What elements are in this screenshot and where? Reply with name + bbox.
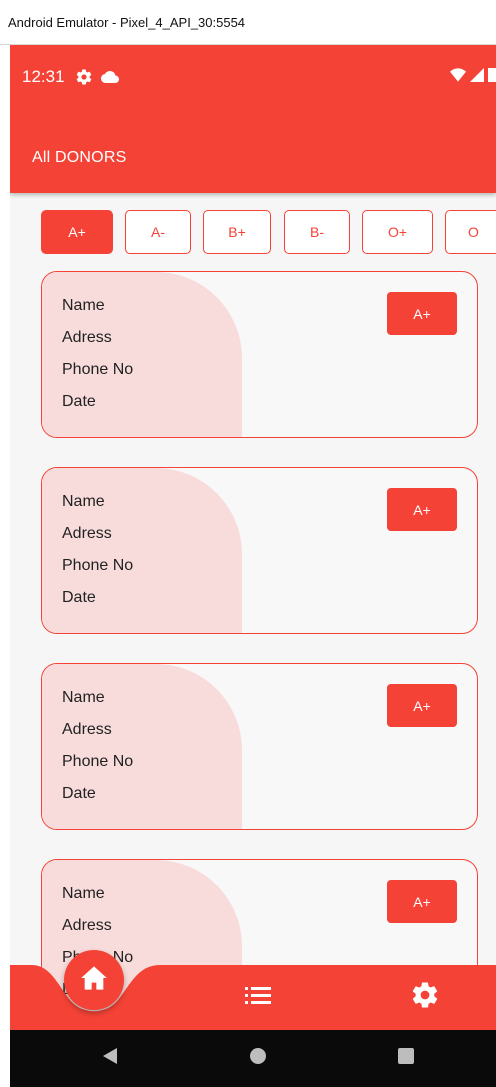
donor-phone: Phone No bbox=[62, 361, 134, 378]
donor-details: Name Adress Phone No Date bbox=[62, 682, 133, 810]
app-bar: 12:31 All DONORS bbox=[10, 45, 496, 193]
cloud-status-icon bbox=[100, 70, 119, 84]
settings-status-icon bbox=[75, 68, 93, 86]
phone-screen: 12:31 All DONORS A+ A- B+ B- O+ O Name A… bbox=[10, 45, 496, 1087]
blood-group-badge[interactable]: A+ bbox=[387, 488, 457, 531]
recents-icon bbox=[398, 1048, 414, 1069]
donor-phone: Phone No bbox=[62, 557, 134, 574]
donor-name: Name bbox=[62, 689, 105, 706]
donor-address: Adress bbox=[62, 329, 112, 346]
nav-list-button[interactable] bbox=[238, 982, 278, 1012]
status-time: 12:31 bbox=[22, 67, 65, 86]
donor-name: Name bbox=[62, 885, 105, 902]
donor-address: Adress bbox=[62, 525, 112, 542]
donor-card[interactable]: Name Adress Phone No Date A+ bbox=[41, 663, 478, 830]
donor-address: Adress bbox=[62, 917, 112, 934]
status-bar: 12:31 bbox=[10, 45, 496, 109]
back-icon bbox=[103, 1048, 117, 1069]
page-title: All DONORS bbox=[32, 149, 127, 166]
donor-address: Adress bbox=[62, 721, 112, 738]
donor-name: Name bbox=[62, 297, 105, 314]
donor-date: Date bbox=[62, 393, 96, 410]
system-home-button[interactable] bbox=[238, 1030, 278, 1087]
donor-date: Date bbox=[62, 785, 96, 802]
filter-chip-a-plus[interactable]: A+ bbox=[41, 210, 113, 254]
emulator-window-title: Android Emulator - Pixel_4_API_30:5554 bbox=[0, 0, 496, 45]
nav-settings-button[interactable] bbox=[405, 980, 445, 1014]
donor-card[interactable]: Name Adress Phone No Date A+ bbox=[41, 467, 478, 634]
filter-chip-b-minus[interactable]: B- bbox=[284, 210, 350, 254]
donor-phone: Phone No bbox=[62, 753, 134, 770]
battery-icon bbox=[488, 67, 496, 87]
donor-name: Name bbox=[62, 493, 105, 510]
blood-group-filter-bar: A+ A- B+ B- O+ O bbox=[41, 210, 496, 256]
donor-date: Date bbox=[62, 589, 96, 606]
filter-chip-a-minus[interactable]: A- bbox=[125, 210, 191, 254]
filter-chip-o[interactable]: O bbox=[445, 210, 496, 254]
gear-icon bbox=[410, 980, 440, 1015]
donor-details: Name Adress Phone No Date bbox=[62, 486, 133, 614]
list-icon bbox=[245, 985, 271, 1010]
home-circle-icon bbox=[250, 1048, 266, 1069]
filter-chip-b-plus[interactable]: B+ bbox=[203, 210, 271, 254]
system-recents-button[interactable] bbox=[386, 1030, 426, 1087]
filter-chip-o-plus[interactable]: O+ bbox=[362, 210, 433, 254]
signal-icon bbox=[470, 67, 484, 87]
donor-details: Name Adress Phone No Date bbox=[62, 290, 133, 418]
blood-group-badge[interactable]: A+ bbox=[387, 880, 457, 923]
donor-card[interactable]: Name Adress Phone No Date A+ bbox=[41, 271, 478, 438]
wifi-icon bbox=[450, 67, 466, 87]
nav-home-button[interactable] bbox=[64, 950, 124, 1010]
system-back-button[interactable] bbox=[90, 1030, 130, 1087]
blood-group-badge[interactable]: A+ bbox=[387, 292, 457, 335]
home-icon bbox=[80, 965, 108, 996]
system-navigation-bar bbox=[10, 1030, 496, 1087]
blood-group-badge[interactable]: A+ bbox=[387, 684, 457, 727]
